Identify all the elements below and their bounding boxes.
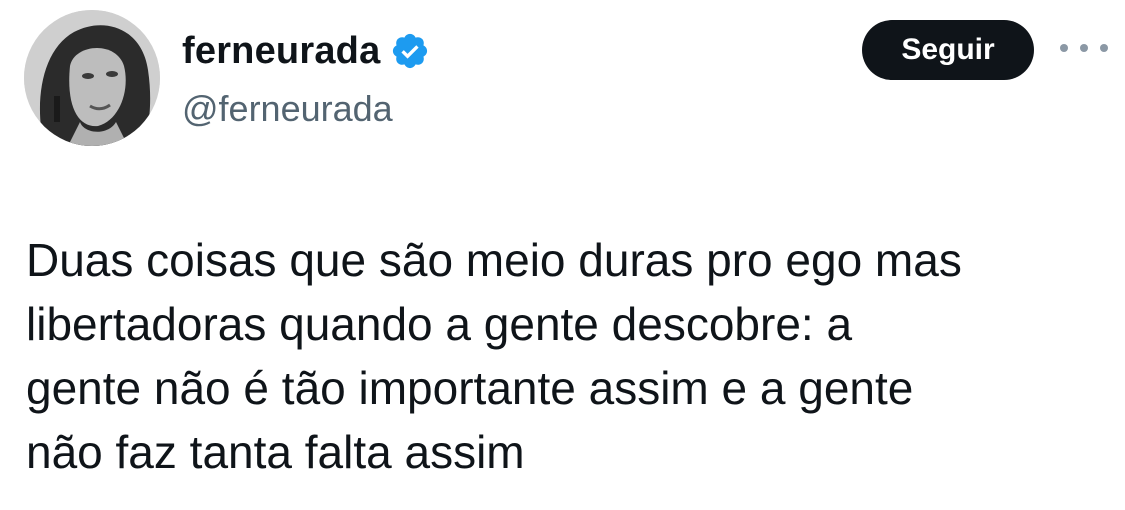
avatar[interactable] [24, 10, 160, 146]
verified-badge-icon [390, 31, 430, 71]
tweet-text: Duas coisas que são meio duras pro ego m… [26, 228, 1106, 484]
follow-button[interactable]: Seguir [862, 20, 1034, 80]
tweet-text-line: Duas coisas que são meio duras pro ego m… [26, 234, 962, 286]
tweet-card: ferneurada @ferneurada Seguir Duas coisa… [0, 0, 1125, 510]
display-name[interactable]: ferneurada [182, 26, 380, 76]
more-dot [1080, 44, 1088, 52]
author-handle[interactable]: @ferneurada [182, 86, 393, 132]
author-name-row: ferneurada [182, 26, 430, 76]
more-dot [1060, 44, 1068, 52]
tweet-text-line: gente não é tão importante assim e a gen… [26, 362, 914, 414]
tweet-text-line: libertadoras quando a gente descobre: a [26, 298, 853, 350]
more-dot [1100, 44, 1108, 52]
tweet-text-line: não faz tanta falta assim [26, 426, 525, 478]
profile-photo-icon [24, 10, 160, 146]
more-options-icon[interactable] [1060, 36, 1108, 60]
